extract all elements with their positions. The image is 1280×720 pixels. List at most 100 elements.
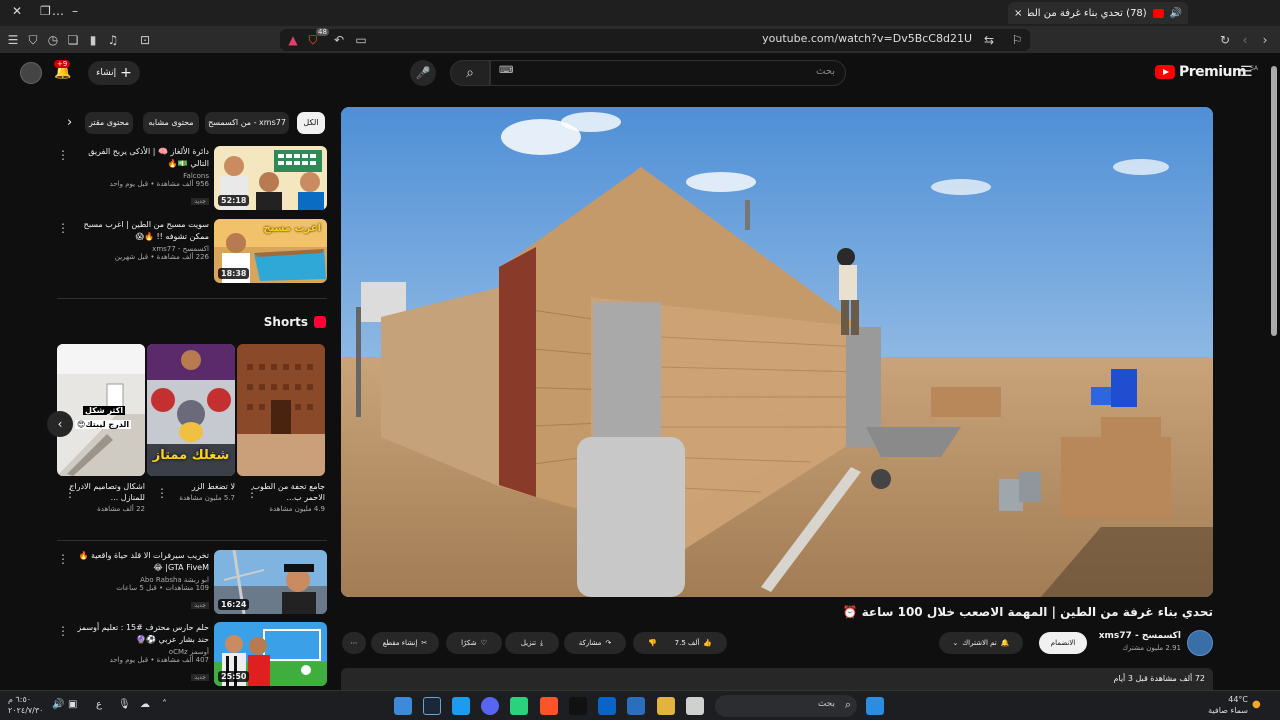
outlook-icon[interactable] xyxy=(598,697,616,715)
tab-audio-icon[interactable]: 🔊 xyxy=(1170,8,1182,19)
minimize-icon[interactable]: – xyxy=(72,4,78,18)
history-icon[interactable]: ◷ xyxy=(44,31,62,49)
store-icon[interactable] xyxy=(627,697,645,715)
forward-icon[interactable]: ‹ xyxy=(1236,31,1254,49)
description-box[interactable]: 72 ألف مشاهدة قبل 3 أيام xyxy=(341,668,1213,690)
list-item[interactable]: اغرب مسبح 18:38 سويت مسبح من الطين | اغر… xyxy=(57,219,327,285)
app-icon-1[interactable] xyxy=(394,697,412,715)
video-title[interactable]: تخريب سيرفرات الا قلد حياة واقعية 🔥 GTA … xyxy=(69,550,209,574)
list-item[interactable]: 25:50 حلم حارس محترف #15 : تعليم أوسمز ح… xyxy=(57,622,327,688)
channel-name[interactable]: اكسمسح - xms77 xyxy=(69,245,209,253)
voice-search-icon[interactable]: 🎤 xyxy=(410,60,436,86)
shield-icon[interactable]: ⛉ xyxy=(24,31,42,49)
video-thumbnail[interactable]: اغرب مسبح 18:38 xyxy=(214,219,327,283)
chip-related-extra[interactable]: محتوى مقتر xyxy=(85,112,133,134)
windows-start-icon[interactable] xyxy=(866,697,884,715)
more-options-icon[interactable]: ⋮ xyxy=(246,486,258,500)
channel-name[interactable]: Falcons xyxy=(69,172,209,180)
language-indicator[interactable]: ع xyxy=(96,699,102,710)
more-options-icon[interactable]: ⋮ xyxy=(57,148,69,162)
brave-rewards-icon[interactable]: ▲ xyxy=(284,31,302,49)
clip-button[interactable]: إنشاء مقطع ✂ xyxy=(371,632,439,654)
short-thumbnail-3[interactable]: اكثر شكل الدرج ليبتك😍 xyxy=(57,344,145,476)
chip-similar[interactable]: محتوى مشابه xyxy=(143,112,199,134)
avatar[interactable] xyxy=(20,62,42,84)
video-title[interactable]: دائرة الألغاز 🧠 | الأذكى يربح الفريق الت… xyxy=(69,146,209,170)
chip-from-channel[interactable]: من اكسمسح - xms77 xyxy=(205,112,289,134)
tray-expand-icon[interactable]: ˄ xyxy=(162,699,167,710)
share-page-icon[interactable]: ↶ xyxy=(330,31,348,49)
tabs-icon[interactable]: ❏ xyxy=(64,31,82,49)
screenshot-icon[interactable]: ⊡ xyxy=(136,31,154,49)
create-button[interactable]: إنشاء + xyxy=(88,61,140,85)
guide-menu-icon[interactable]: ☰ xyxy=(1240,64,1253,80)
page-scrollbar[interactable] xyxy=(1268,54,1280,690)
shorts-prev-button[interactable]: ‹ xyxy=(47,411,73,437)
tiktok-icon[interactable] xyxy=(569,697,587,715)
thanks-button[interactable]: شكرًا ♡ xyxy=(446,632,502,654)
file-explorer-icon[interactable] xyxy=(657,697,675,715)
more-options-icon[interactable]: ⋮ xyxy=(57,552,69,566)
tab-close-button[interactable]: × xyxy=(1014,8,1022,19)
share-button[interactable]: مشاركة ↷ xyxy=(564,632,626,654)
subscribed-button[interactable]: ⌄ تم الاشتراك 🔔 xyxy=(939,632,1023,654)
dislike-button-icon[interactable]: 👎 xyxy=(648,639,657,647)
notifications-bell-icon[interactable]: 🔔 +9 xyxy=(54,60,71,80)
network-icon[interactable]: ▣ xyxy=(68,699,77,710)
maximize-icon[interactable]: ❐ xyxy=(40,4,51,18)
discord-icon[interactable] xyxy=(481,697,499,715)
weather-widget[interactable]: 44°C سماء صافية xyxy=(1204,694,1248,716)
video-title[interactable]: حلم حارس محترف #15 : تعليم أوسمز حند بشا… xyxy=(69,622,209,646)
steam-icon[interactable] xyxy=(423,697,441,715)
channel-name-main[interactable]: اكسمسح - xms77 xyxy=(1099,631,1181,641)
system-clock[interactable]: ٦:٥٠ م ٢٠٢٤/٧/٣٠ xyxy=(8,694,43,716)
video-title[interactable]: سويت مسبح من الطين | اغرب مسبح ممكن تشوف… xyxy=(69,219,209,243)
menu-icon[interactable]: ☰ xyxy=(4,31,22,49)
search-input[interactable]: ⌨ بحث xyxy=(490,60,846,86)
more-options-icon[interactable]: ⋮ xyxy=(156,486,168,500)
like-button-icon[interactable]: 👍 xyxy=(703,639,712,647)
video-thumbnail[interactable]: 52:18 xyxy=(214,146,327,210)
short-title[interactable]: اشكال وتصاميم الادراج للمنازل ... xyxy=(65,481,145,503)
search-button[interactable]: ⌕ xyxy=(450,60,490,86)
join-button[interactable]: الانضمام xyxy=(1039,632,1087,654)
channel-name[interactable]: أوسمز oCMz xyxy=(69,648,209,656)
mic-tray-icon[interactable]: 🎙 xyxy=(118,699,131,710)
music-icon[interactable]: ♫ xyxy=(104,31,122,49)
keyboard-icon[interactable]: ⌨ xyxy=(499,65,513,76)
volume-icon[interactable]: 🔊 xyxy=(52,699,64,710)
more-options-icon[interactable]: ⋮ xyxy=(57,221,69,235)
site-settings-icon[interactable]: ⇆ xyxy=(980,31,998,49)
download-button[interactable]: تنزيل ⤓ xyxy=(505,632,559,654)
reload-icon[interactable]: ↻ xyxy=(1216,31,1234,49)
bookmark-icon[interactable]: ⚐ xyxy=(1008,31,1026,49)
sidebar-icon[interactable]: ▮ xyxy=(84,31,102,49)
video-thumbnail[interactable]: 16:24 xyxy=(214,550,327,614)
like-count[interactable]: 7.5 ألف xyxy=(675,639,700,647)
taskbar-search[interactable]: بحث ⌕ xyxy=(715,695,857,717)
list-item[interactable]: 52:18 دائرة الألغاز 🧠 | الأذكى يربح الفر… xyxy=(57,146,327,212)
chips-next-icon[interactable]: › xyxy=(67,115,72,130)
brave-icon[interactable] xyxy=(540,697,558,715)
close-window-icon[interactable]: ✕ xyxy=(12,4,22,18)
app-icon-2[interactable] xyxy=(510,697,528,715)
twitter-icon[interactable] xyxy=(452,697,470,715)
active-tab[interactable]: 🔊 (78) تحدي بناء غرفة من الطين × xyxy=(1008,2,1188,24)
video-thumbnail[interactable]: 25:50 xyxy=(214,622,327,686)
address-bar[interactable]: ▲ ⛉ 48 ↶ ▭ youtube.com/watch?v=Dv5BcC8d2… xyxy=(280,28,1030,51)
channel-name[interactable]: ابو ربشة Abo Rabsha xyxy=(69,576,209,584)
more-options-icon[interactable]: ⋮ xyxy=(57,624,69,638)
short-thumbnail-1[interactable] xyxy=(237,344,325,476)
scrollbar-thumb[interactable] xyxy=(1271,66,1277,336)
short-thumbnail-2[interactable]: شغلك ممتاز xyxy=(147,344,235,476)
reader-mode-icon[interactable]: ▭ xyxy=(352,31,370,49)
cloud-icon[interactable]: ☁ xyxy=(140,699,150,710)
more-options-icon[interactable]: ⋮ xyxy=(64,486,76,500)
back-icon[interactable]: › xyxy=(1256,31,1274,49)
channel-avatar[interactable] xyxy=(1187,630,1213,656)
video-player[interactable] xyxy=(341,107,1213,597)
app-icon-3[interactable] xyxy=(686,697,704,715)
chip-all[interactable]: الكل xyxy=(297,112,325,134)
more-actions-button[interactable]: ⋯ xyxy=(342,632,366,654)
list-item[interactable]: 16:24 تخريب سيرفرات الا قلد حياة واقعية … xyxy=(57,550,327,616)
